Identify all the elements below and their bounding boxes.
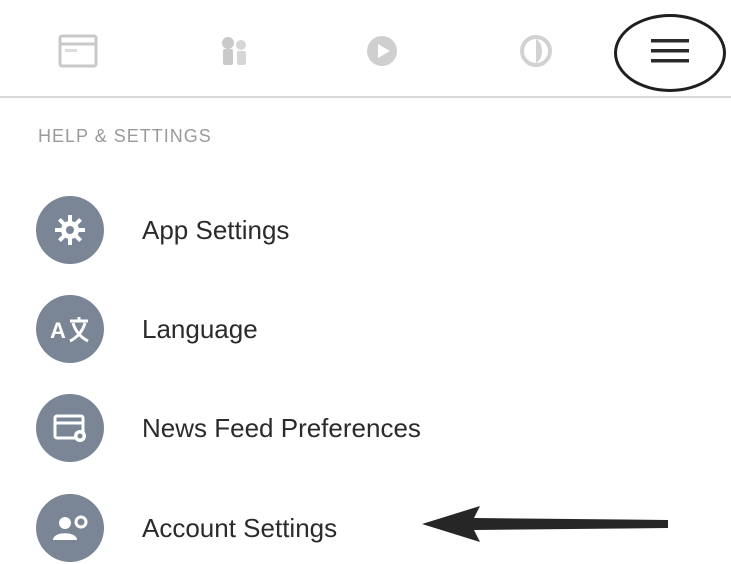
gear-icon (36, 196, 104, 264)
friends-icon (222, 37, 246, 65)
tab-friends[interactable] (204, 26, 264, 76)
menu-item-app-settings[interactable]: App Settings (36, 194, 596, 266)
tab-notifications[interactable] (506, 26, 566, 76)
watch-icon (367, 36, 397, 66)
svg-text:A: A (50, 318, 66, 343)
menu-annotation-circle (614, 14, 726, 92)
tab-watch[interactable] (352, 26, 412, 76)
news-feed-icon (58, 34, 98, 68)
news-feed-preferences-icon (36, 394, 104, 462)
annotation-arrow (422, 506, 668, 542)
notifications-globe-icon (520, 35, 552, 67)
section-header: HELP & SETTINGS (38, 126, 212, 146)
translate-icon: A (36, 295, 104, 363)
tab-bar (0, 0, 731, 98)
menu-item-label: App Settings (142, 214, 290, 245)
menu-item-label: Language (142, 313, 258, 344)
menu-item-label: News Feed Preferences (142, 412, 421, 443)
account-settings-icon (36, 494, 104, 562)
menu-item-label: Account Settings (142, 512, 338, 543)
tab-news-feed[interactable] (48, 26, 108, 76)
menu-item-news-feed-preferences[interactable]: News Feed Preferences (36, 392, 596, 464)
menu-item-language[interactable]: A Language (36, 293, 596, 365)
